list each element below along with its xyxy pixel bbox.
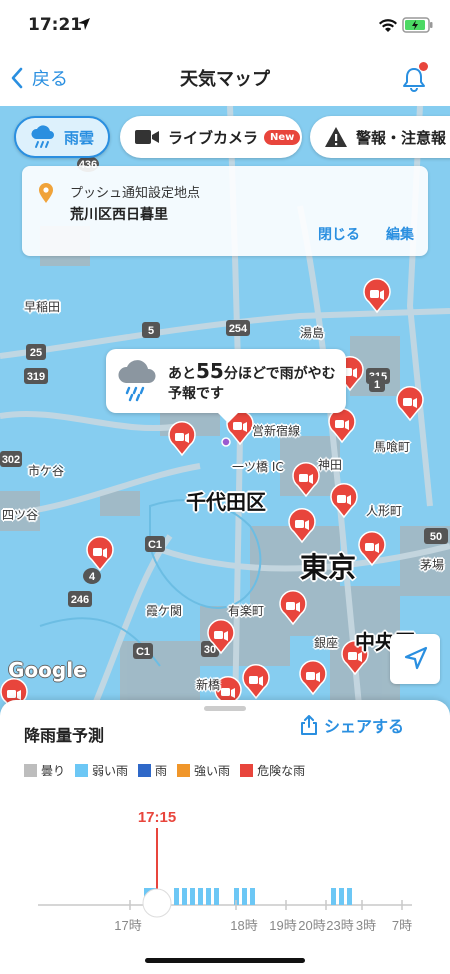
map-label-tokyo: 東京 [300,551,357,584]
rain-timeline[interactable]: 17:15 17時 18時 19時 20時 23時 3時 7時 [0,800,450,950]
status-time: 17:21 [28,15,83,35]
sheet-title: 降雨量予測 [24,726,105,745]
layer-chips: 雨雲 ライブカメラ New 警報・注意報 [0,116,450,162]
legend-swatch [177,763,191,777]
map-label-chiyoda: 千代田区 [186,490,266,514]
edit-button[interactable]: 編集 [386,224,414,244]
legend-label: 曇り [41,763,66,778]
current-location-dot [221,437,231,447]
video-camera-icon [135,130,159,144]
push-card-title: プッシュ通知設定地点 [70,186,201,201]
camera-marker[interactable] [288,485,316,543]
timeline-scrubber[interactable] [142,888,172,918]
camera-marker[interactable] [242,641,270,699]
map-label-hitotsubashi: 一ツ橋 IC [232,460,284,474]
close-button[interactable]: 閉じる [318,224,360,244]
legend-item-rain: 雨 [138,762,167,779]
legend-label: 雨 [155,763,168,778]
legend-item-heavy-rain: 強い雨 [177,762,230,779]
chip-live-camera[interactable]: ライブカメラ New [120,116,302,158]
map-label-kayabacho: 茅場 [420,558,445,572]
navigation-arrow-icon [404,646,428,670]
battery-icon [402,17,433,33]
share-label: シェアする [324,717,405,736]
notification-badge [419,62,428,71]
map-label-ichigaya: 市ケ谷 [28,464,65,478]
camera-marker[interactable] [396,363,424,421]
chip-label: 雨雲 [64,128,95,147]
map-label-ginza: 銀座 [314,636,339,650]
map-label-kanda: 神田 [318,458,343,472]
legend-label: 弱い雨 [92,763,129,778]
rain-forecast-bubble: あと55分ほどで雨がやむ 予報です [106,349,346,423]
legend: 曇り 弱い雨 雨 強い雨 危険な雨 [24,762,315,778]
bubble-prefix: あと [168,366,196,382]
legend-label: 危険な雨 [257,763,306,778]
tick-label: 3時 [356,918,376,933]
chip-warnings[interactable]: 警報・注意報 [310,116,450,158]
map-label-waseda: 早稲田 [24,300,61,314]
legend-swatch [240,763,254,777]
camera-marker[interactable] [363,255,391,313]
map-label-yushima: 湯島 [300,326,325,340]
chip-rain-cloud[interactable]: 雨雲 [14,116,110,158]
push-notification-card: プッシュ通知設定地点 荒川区西日暮里 閉じる 編集 [22,166,428,256]
share-icon [301,715,317,735]
legend-item-dangerous-rain: 危険な雨 [240,762,305,779]
status-bar: 17:21 [0,0,450,50]
legend-swatch [24,763,37,777]
back-label: 戻る [32,69,68,90]
sheet-handle[interactable] [204,706,246,711]
tick-label: 23時 [326,918,353,933]
locate-button[interactable] [390,634,440,684]
camera-marker[interactable] [292,439,320,497]
chip-label: 警報・注意報 [356,128,447,147]
map-label-line: 営新宿線 [252,424,301,438]
tick-labels: 17時 18時 19時 20時 23時 3時 7時 [114,918,412,933]
map-pin-icon [39,183,53,203]
chevron-left-icon [11,67,23,89]
legend-item-light-rain: 弱い雨 [75,762,128,779]
legend-label: 強い雨 [194,763,231,778]
tick-label: 19時 [269,918,296,933]
push-card-place: 荒川区西日暮里 [70,207,168,223]
bubble-minutes: 55 [196,359,224,383]
map-label-ningyocho: 人形町 [366,504,403,518]
wifi-icon [379,19,397,32]
chip-label: ライブカメラ [168,128,259,147]
bubble-suffix: 分ほどで雨がやむ [223,366,336,382]
home-indicator [145,958,305,963]
warning-icon [325,127,347,147]
rain-bars [144,888,352,905]
google-logo: Google [8,658,87,682]
rain-cloud-icon [31,125,54,148]
location-arrow-icon [78,18,90,30]
rain-cloud-icon [118,360,156,402]
camera-marker[interactable] [86,513,114,571]
nav-bar: 戻る 天気マップ [0,50,450,106]
current-time-label: 17:15 [138,809,176,826]
share-button[interactable]: シェアする [300,714,404,736]
map-label-shinbashi: 新橋 [196,678,221,692]
tick-label: 7時 [392,918,412,933]
back-button[interactable]: 戻る [10,64,68,92]
legend-swatch [75,763,89,777]
forecast-sheet: 降雨量予測 シェアする 曇り 弱い雨 雨 強い雨 危険な雨 17:15 17時 … [0,700,450,974]
map-label-yotsuya: 四ツ谷 [2,508,39,522]
tick-label: 20時 [298,918,325,933]
bubble-line2: 予報です [168,386,224,402]
new-badge: New [264,129,301,145]
legend-swatch [138,763,152,777]
map-label-yurakucho: 有楽町 [228,604,265,618]
map-label-kasumigaseki: 霞ケ関 [146,604,183,618]
tick-label: 18時 [230,918,257,933]
tick-label: 17時 [114,918,141,933]
legend-item-cloudy: 曇り [24,762,65,779]
map-label-bakuro: 馬喰町 [374,440,411,454]
